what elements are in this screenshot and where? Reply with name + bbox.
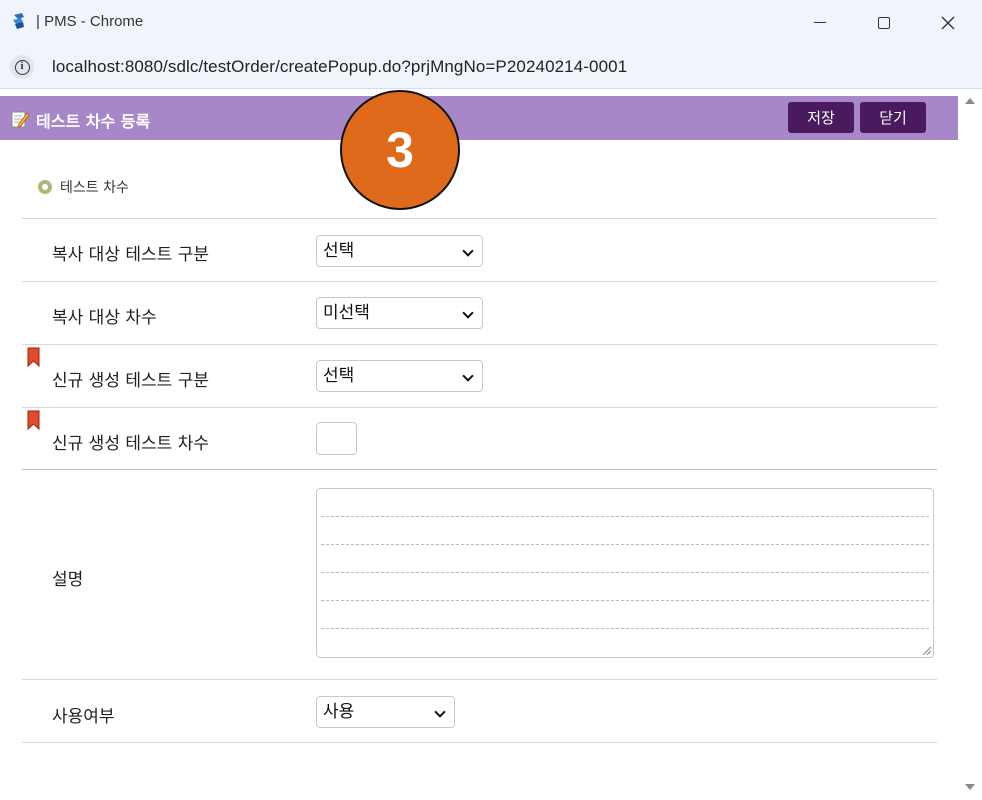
form-row-new-test-type: 신규 생성 테스트 구분 선택	[22, 344, 937, 407]
form-row-use-yn: 사용여부 사용	[22, 679, 937, 742]
copy-target-type-select[interactable]: 선택	[316, 235, 483, 267]
page-content: 테스트 차수 등록 저장 닫기 3 테스트 차수 복사 대상 테스트 구분 선택…	[0, 90, 982, 800]
minimize-button[interactable]	[788, 0, 852, 45]
site-info-icon[interactable]: i	[10, 55, 34, 79]
form-row-copy-target-type: 복사 대상 테스트 구분 선택	[22, 218, 937, 281]
window-title: | PMS - Chrome	[36, 13, 144, 30]
window-titlebar: | PMS - Chrome	[0, 0, 982, 45]
new-test-type-label: 신규 생성 테스트 구분	[52, 371, 209, 391]
scroll-down-icon[interactable]	[965, 784, 975, 790]
resize-handle-icon[interactable]	[923, 647, 931, 655]
page-title: 테스트 차수 등록	[36, 112, 151, 131]
use-yn-label: 사용여부	[52, 707, 115, 727]
form-row-copy-target-round: 복사 대상 차수 미선택	[22, 281, 937, 344]
required-icon	[27, 347, 40, 367]
close-icon	[941, 16, 955, 29]
minimize-icon	[814, 22, 826, 23]
maximize-icon	[878, 16, 890, 29]
vertical-scrollbar[interactable]	[958, 90, 982, 800]
step-number-badge: 3	[340, 90, 460, 210]
section-title: 테스트 차수	[38, 177, 129, 197]
close-button[interactable]: 닫기	[860, 102, 926, 133]
save-button[interactable]: 저장	[788, 102, 854, 133]
app-icon	[13, 13, 24, 29]
required-icon	[27, 410, 40, 430]
close-window-button[interactable]	[916, 0, 980, 45]
new-test-type-select[interactable]: 선택	[316, 360, 483, 392]
new-test-round-input[interactable]	[316, 422, 357, 455]
copy-target-type-label: 복사 대상 테스트 구분	[52, 245, 209, 265]
edit-icon	[11, 111, 30, 128]
bullet-icon	[38, 180, 52, 194]
scroll-up-icon[interactable]	[965, 98, 975, 104]
url-text[interactable]: localhost:8080/sdlc/testOrder/createPopu…	[52, 57, 627, 77]
description-label: 설명	[52, 570, 84, 590]
description-textarea[interactable]	[316, 488, 934, 658]
section-title-label: 테스트 차수	[60, 180, 129, 196]
address-bar[interactable]: i localhost:8080/sdlc/testOrder/createPo…	[0, 45, 982, 89]
copy-target-round-label: 복사 대상 차수	[52, 308, 157, 328]
maximize-button[interactable]	[852, 0, 916, 45]
new-test-round-label: 신규 생성 테스트 차수	[52, 434, 209, 454]
use-yn-select[interactable]: 사용	[316, 696, 455, 728]
copy-target-round-select[interactable]: 미선택	[316, 297, 483, 329]
form-row-new-test-round: 신규 생성 테스트 차수	[22, 407, 937, 469]
form-bottom-divider	[22, 742, 937, 743]
